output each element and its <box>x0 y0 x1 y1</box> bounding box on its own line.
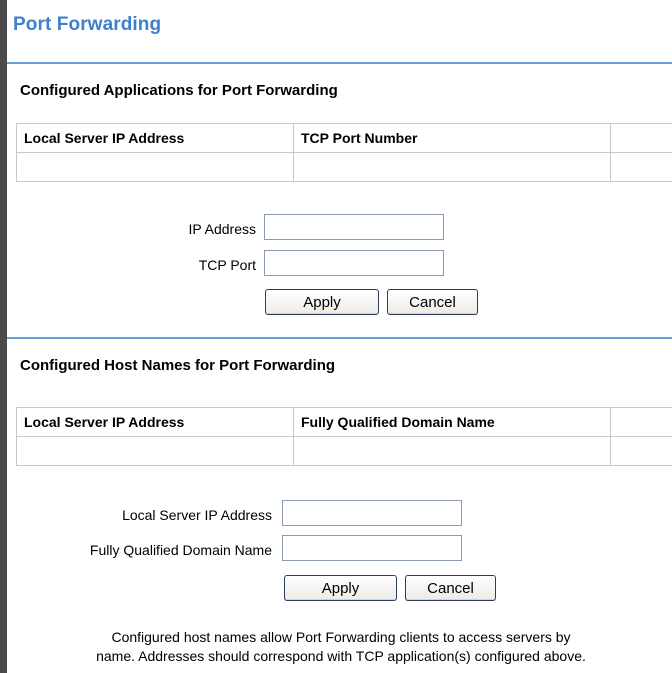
help-note-line: Configured host names allow Port Forward… <box>111 629 571 645</box>
page-title: Port Forwarding <box>13 14 162 35</box>
fqdn-label: Fully Qualified Domain Name <box>89 542 272 558</box>
tcp-port-input[interactable] <box>264 250 444 276</box>
tcp-port-label: TCP Port <box>198 257 256 273</box>
divider <box>7 337 672 339</box>
divider <box>7 62 672 64</box>
column-header-local-server-ip: Local Server IP Address <box>16 407 294 437</box>
table-header-row: Local Server IP Address Fully Qualified … <box>16 407 672 437</box>
table-cell <box>293 436 611 466</box>
table-cell <box>610 152 672 182</box>
apply-button[interactable]: Apply <box>265 289 379 315</box>
host-names-table: Local Server IP Address Fully Qualified … <box>16 407 672 466</box>
table-cell <box>610 436 672 466</box>
cancel-button[interactable]: Cancel <box>387 289 478 315</box>
table-cell <box>16 436 294 466</box>
column-header-extra <box>610 123 672 153</box>
table-cell <box>293 152 611 182</box>
table-row <box>16 436 672 466</box>
column-header-tcp-port-number: TCP Port Number <box>293 123 611 153</box>
cancel-button[interactable]: Cancel <box>405 575 496 601</box>
local-server-ip-label: Local Server IP Address <box>122 507 272 523</box>
table-header-row: Local Server IP Address TCP Port Number <box>16 123 672 153</box>
help-note-line: name. Addresses should correspond with T… <box>96 648 586 664</box>
table-cell <box>16 152 294 182</box>
column-header-local-server-ip: Local Server IP Address <box>16 123 294 153</box>
section-title-applications: Configured Applications for Port Forward… <box>20 82 338 99</box>
column-header-extra <box>610 407 672 437</box>
help-note: Configured host names allow Port Forward… <box>20 628 662 666</box>
section-title-host-names: Configured Host Names for Port Forwardin… <box>20 357 336 374</box>
ip-address-label: IP Address <box>188 221 256 237</box>
apply-button[interactable]: Apply <box>284 575 397 601</box>
fqdn-input[interactable] <box>282 535 462 561</box>
table-row <box>16 152 672 182</box>
ip-address-input[interactable] <box>264 214 444 240</box>
window-left-border <box>0 0 7 673</box>
column-header-fqdn: Fully Qualified Domain Name <box>293 407 611 437</box>
local-server-ip-input[interactable] <box>282 500 462 526</box>
applications-table: Local Server IP Address TCP Port Number <box>16 123 672 182</box>
